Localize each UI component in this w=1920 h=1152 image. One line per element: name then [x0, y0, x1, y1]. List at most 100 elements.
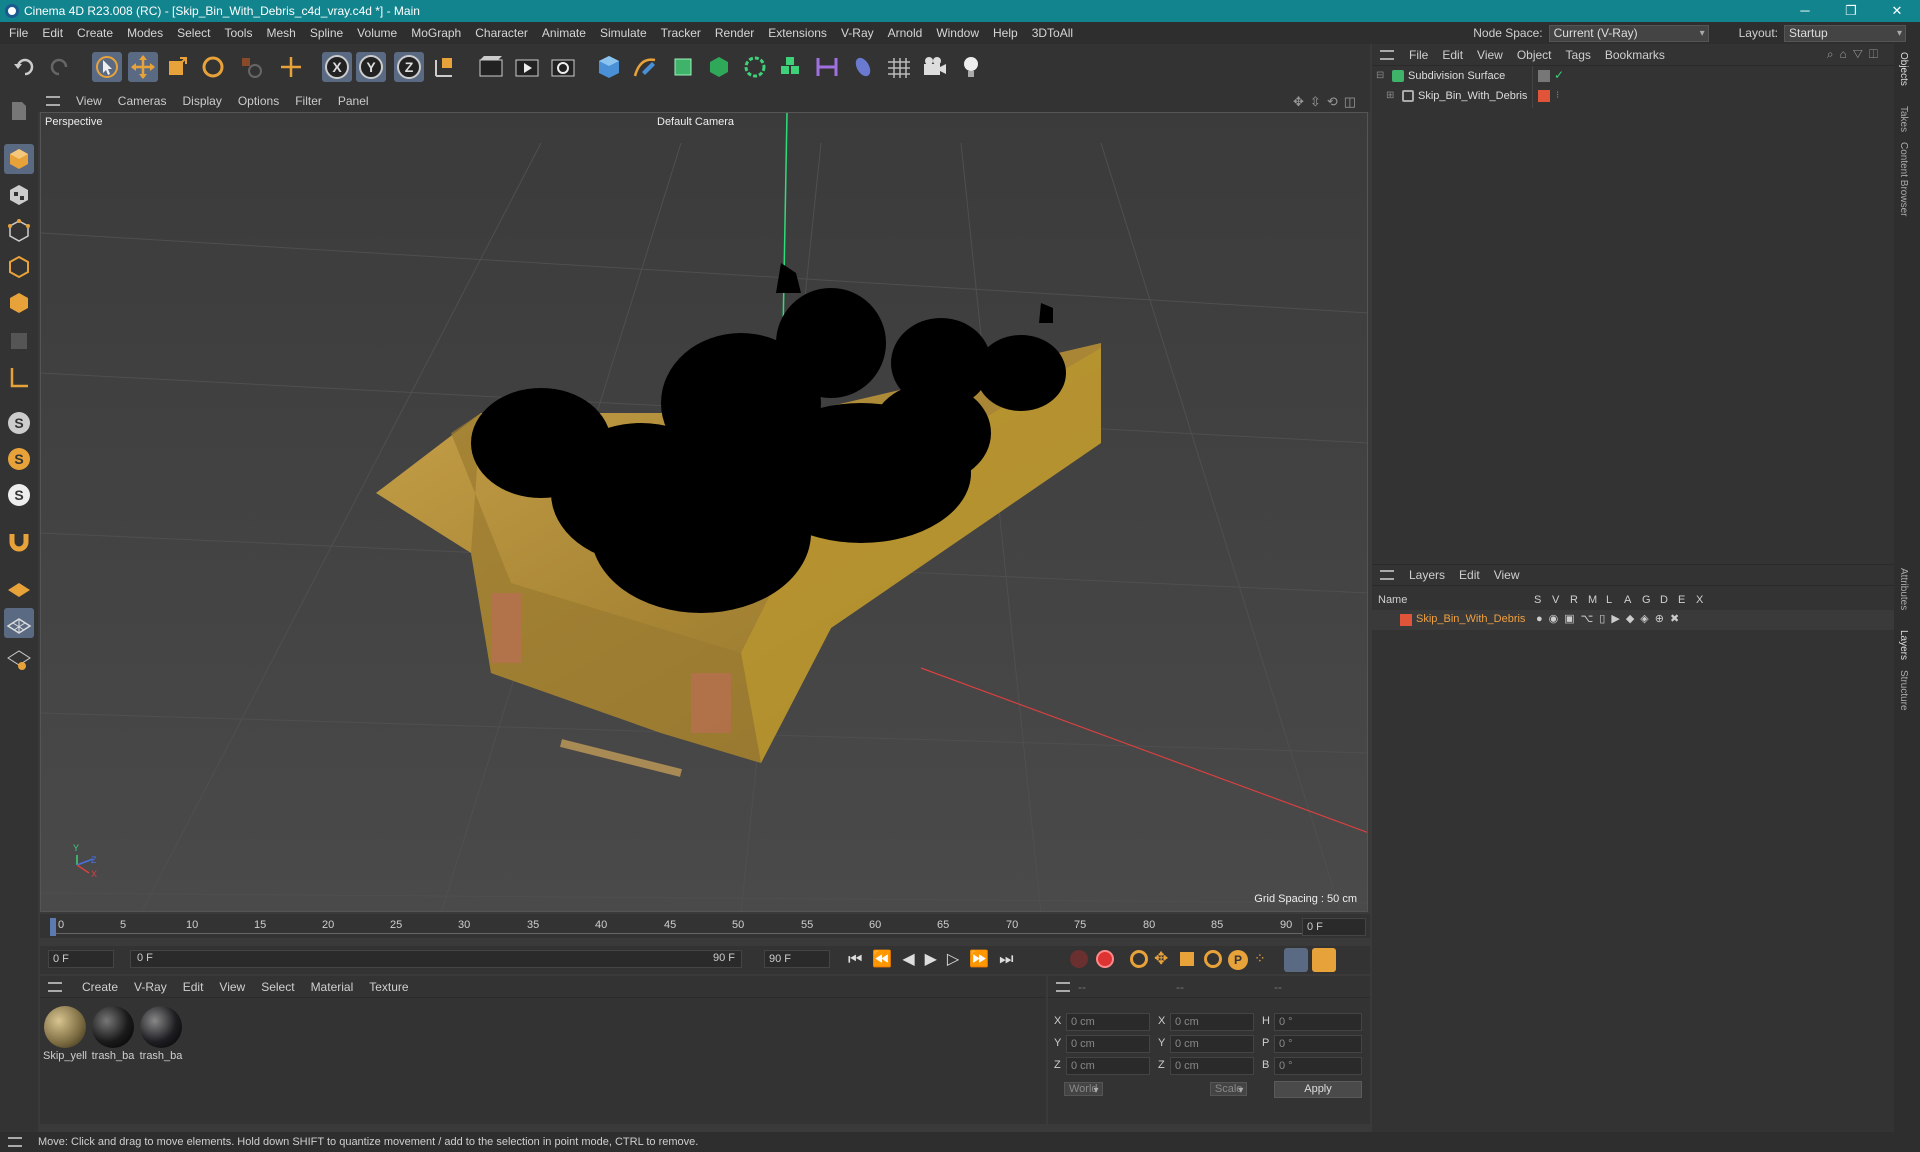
object-manager-toolbar-icons[interactable]: ⌕⌂▽◫: [1827, 47, 1884, 62]
object-row-skip-bin[interactable]: ⊞ Skip_Bin_With_Debris ⁝: [1372, 86, 1894, 108]
object-row-subdivision[interactable]: ⊟ Subdivision Surface ✓: [1372, 66, 1894, 88]
edit-visibility-icon[interactable]: [1538, 70, 1550, 82]
size-x-field[interactable]: 0 cm: [1170, 1013, 1254, 1031]
transform-tool-icon[interactable]: [276, 52, 306, 82]
layer-color-swatch[interactable]: [1400, 614, 1412, 626]
key-rotation-icon[interactable]: [1204, 950, 1222, 968]
viewport-menu-options[interactable]: Options: [230, 94, 287, 108]
menu-create[interactable]: Create: [70, 26, 120, 40]
move-tool-icon[interactable]: [128, 52, 158, 82]
cube-object-icon[interactable]: [594, 52, 624, 82]
render-view-icon[interactable]: [476, 52, 506, 82]
layer-menu-layers[interactable]: Layers: [1402, 568, 1452, 582]
menu-vray[interactable]: V-Ray: [834, 26, 881, 40]
hamburger-icon[interactable]: [1056, 982, 1070, 992]
environment-icon[interactable]: [848, 52, 878, 82]
timeline-track[interactable]: [50, 918, 1332, 934]
menu-help[interactable]: Help: [986, 26, 1025, 40]
recent-tool-icon[interactable]: [236, 52, 266, 82]
menu-window[interactable]: Window: [929, 26, 986, 40]
make-editable-icon[interactable]: [4, 96, 34, 126]
layer-toggle-icons[interactable]: ●◉▣⌥▯▶◆◈⊕✖: [1536, 612, 1685, 625]
hamburger-icon[interactable]: [8, 1137, 22, 1147]
object-menu-tags[interactable]: Tags: [1559, 48, 1598, 62]
hamburger-icon[interactable]: [48, 981, 62, 992]
material-menu-vray[interactable]: V-Ray: [126, 980, 175, 994]
tab-attributes[interactable]: Attributes: [1898, 568, 1909, 610]
solo-hierarchy-icon[interactable]: S: [4, 444, 34, 474]
material-menu-material[interactable]: Material: [303, 980, 362, 994]
rotation-h-field[interactable]: 0 °: [1274, 1013, 1362, 1031]
undo-button[interactable]: [10, 52, 40, 82]
timeline-playhead[interactable]: [50, 918, 56, 936]
motion-system-icon[interactable]: [1284, 948, 1308, 972]
menu-extensions[interactable]: Extensions: [761, 26, 834, 40]
viewport-nav-icons[interactable]: ✥⇳⟲◫: [1293, 94, 1362, 110]
coordinate-mode-dropdown[interactable]: World: [1064, 1082, 1103, 1096]
hamburger-icon[interactable]: [46, 96, 60, 106]
menu-render[interactable]: Render: [708, 26, 761, 40]
menu-volume[interactable]: Volume: [350, 26, 404, 40]
position-x-field[interactable]: 0 cm: [1066, 1013, 1150, 1031]
z-axis-icon[interactable]: Z: [394, 52, 424, 82]
menu-modes[interactable]: Modes: [120, 26, 170, 40]
menu-spline[interactable]: Spline: [303, 26, 350, 40]
menu-edit[interactable]: Edit: [35, 26, 70, 40]
select-tool-icon[interactable]: [92, 52, 122, 82]
point-mode-icon[interactable]: [4, 216, 34, 246]
field-icon[interactable]: [812, 52, 842, 82]
current-frame-field[interactable]: 0 F: [1302, 918, 1366, 936]
workplane-grid-icon[interactable]: [4, 608, 34, 638]
menu-animate[interactable]: Animate: [535, 26, 593, 40]
tab-takes[interactable]: Takes: [1898, 106, 1909, 132]
tab-objects[interactable]: Objects: [1898, 52, 1909, 86]
close-button[interactable]: ✕: [1874, 0, 1920, 22]
playback-buttons[interactable]: ⏮⏪◀▶▷⏩⏭: [848, 949, 1024, 969]
object-menu-file[interactable]: File: [1402, 48, 1435, 62]
menu-select[interactable]: Select: [170, 26, 217, 40]
y-axis-icon[interactable]: Y: [356, 52, 386, 82]
redo-button[interactable]: [44, 52, 74, 82]
scale-tool-icon[interactable]: [162, 52, 192, 82]
locked-workplane-icon[interactable]: [4, 644, 34, 674]
spline-pen-icon[interactable]: [630, 52, 660, 82]
object-menu-bookmarks[interactable]: Bookmarks: [1598, 48, 1672, 62]
layer-menu-edit[interactable]: Edit: [1452, 568, 1487, 582]
render-picture-viewer-icon[interactable]: [512, 52, 542, 82]
solo-icon[interactable]: S: [4, 408, 34, 438]
solo-off-icon[interactable]: S: [4, 480, 34, 510]
magnet-snap-icon[interactable]: [4, 526, 34, 556]
rotation-b-field[interactable]: 0 °: [1274, 1057, 1362, 1075]
apply-button[interactable]: Apply: [1274, 1081, 1362, 1098]
viewport-menu-cameras[interactable]: Cameras: [110, 94, 175, 108]
material-swatch[interactable]: trash_ba: [90, 1004, 136, 1068]
rotation-p-field[interactable]: 0 °: [1274, 1035, 1362, 1053]
tab-content-browser[interactable]: Content Browser: [1898, 142, 1909, 216]
axis-mode-icon[interactable]: [4, 362, 34, 392]
enabled-check-icon[interactable]: ✓: [1554, 68, 1564, 82]
start-frame-field[interactable]: 0 F: [48, 950, 114, 968]
model-mode-icon[interactable]: [4, 144, 34, 174]
key-position-icon[interactable]: ✥: [1154, 950, 1172, 968]
x-axis-icon[interactable]: X: [322, 52, 352, 82]
material-menu-texture[interactable]: Texture: [361, 980, 416, 994]
end-frame-field[interactable]: 90 F: [764, 950, 830, 968]
subdivision-surface-icon[interactable]: [668, 52, 698, 82]
workplane-icon[interactable]: [4, 572, 34, 602]
size-y-field[interactable]: 0 cm: [1170, 1035, 1254, 1053]
size-mode-dropdown[interactable]: Scale: [1209, 1082, 1248, 1096]
camera-icon[interactable]: [920, 52, 950, 82]
menu-character[interactable]: Character: [468, 26, 535, 40]
render-settings-icon[interactable]: [548, 52, 578, 82]
deformer-icon[interactable]: [776, 52, 806, 82]
3d-viewport[interactable]: Perspective Default Camera Grid Spacing …: [40, 112, 1368, 912]
timeline-ruler[interactable]: 0 5 10 15 20 25 30 35 40 45 50 55 60 65 …: [40, 914, 1370, 938]
layer-name[interactable]: Skip_Bin_With_Debris: [1416, 613, 1525, 625]
material-menu-view[interactable]: View: [211, 980, 253, 994]
autokey-record-icon[interactable]: [1096, 950, 1114, 968]
viewport-menu-view[interactable]: View: [68, 94, 110, 108]
texture-mode-icon[interactable]: [4, 180, 34, 210]
material-menu-edit[interactable]: Edit: [175, 980, 212, 994]
visibility-dots-icon[interactable]: ⁝: [1556, 90, 1559, 101]
expand-toggle-icon[interactable]: ⊟: [1376, 70, 1384, 81]
